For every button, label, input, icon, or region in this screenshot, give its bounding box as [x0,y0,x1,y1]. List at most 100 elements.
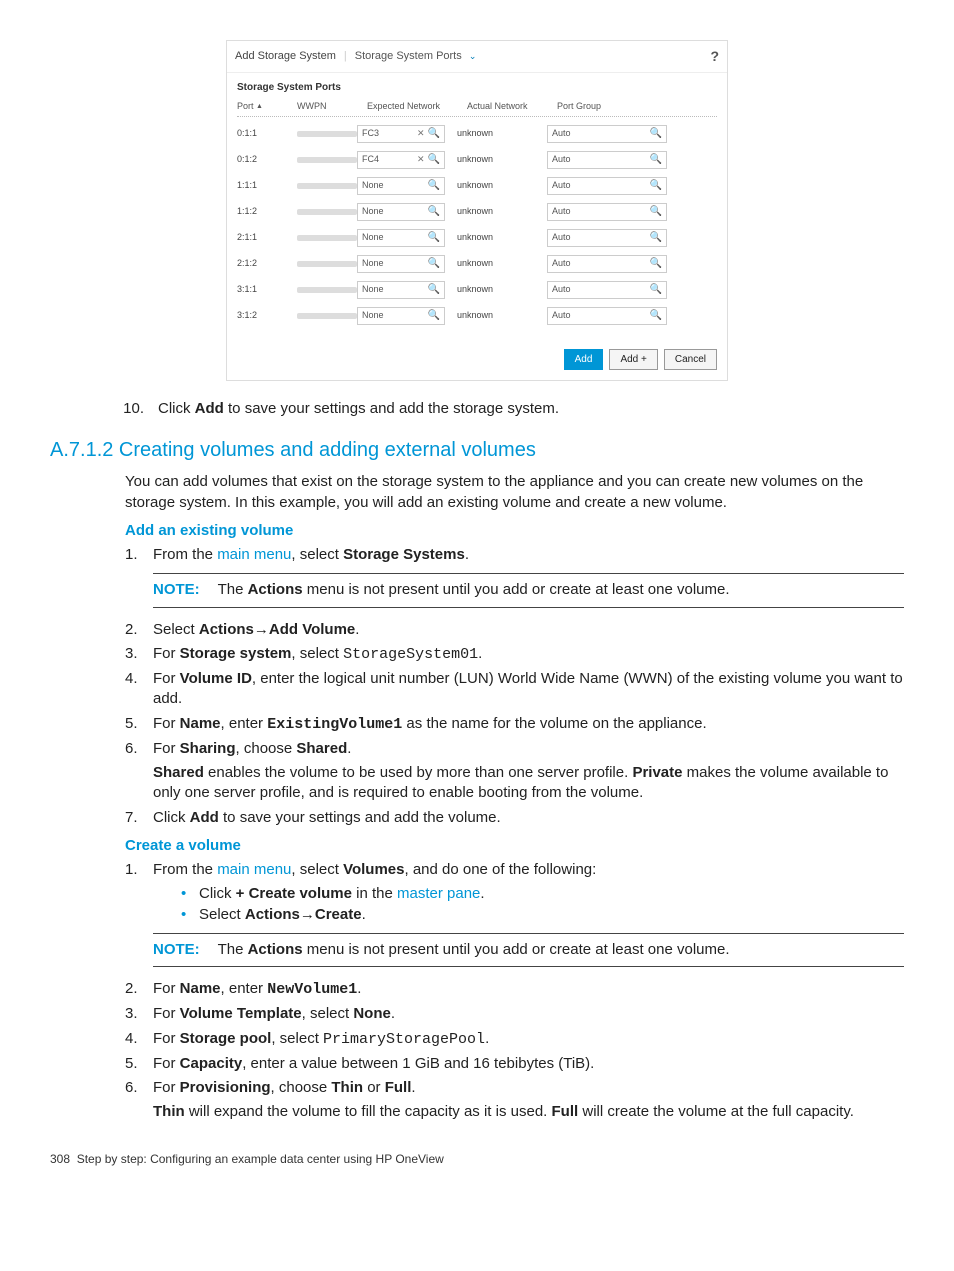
master-pane-link[interactable]: master pane [397,885,480,902]
note-box: NOTE: The Actions menu is not present un… [153,933,904,967]
expected-network-input[interactable]: None🔍 [357,229,445,247]
col-actual[interactable]: Actual Network [467,100,557,112]
col-portgroup[interactable]: Port Group [557,100,717,112]
cell-actual: unknown [457,127,547,139]
view-dropdown[interactable]: Storage System Ports ⌄ [355,49,477,64]
table-row: 2:1:2None🔍unknownAuto🔍 [237,251,717,277]
search-icon[interactable]: 🔍 [428,231,440,245]
search-icon[interactable]: 🔍 [428,179,440,193]
add-button[interactable]: Add [564,349,604,371]
cell-portgroup: Auto🔍 [547,177,717,195]
search-icon[interactable]: 🔍 [650,179,662,193]
search-icon[interactable]: 🔍 [650,257,662,271]
cell-port: 3:1:2 [237,309,297,321]
step-text: Select Actions→Add Volume. [153,620,904,640]
chevron-down-icon: ⌄ [469,51,477,61]
step-text: For Provisioning, choose Thin or Full. T… [153,1078,904,1123]
cell-expected: FC3✕🔍 [357,125,457,143]
search-icon[interactable]: 🔍 [650,153,662,167]
cell-wwpn-placeholder [297,261,357,267]
clear-icon[interactable]: ✕ [417,153,425,165]
cell-expected: None🔍 [357,203,457,221]
table-header: Port ▲ WWPN Expected Network Actual Netw… [237,100,717,116]
expected-network-input[interactable]: None🔍 [357,255,445,273]
cell-actual: unknown [457,179,547,191]
port-group-input[interactable]: Auto🔍 [547,177,667,195]
cell-portgroup: Auto🔍 [547,307,717,325]
expected-network-input[interactable]: None🔍 [357,203,445,221]
help-icon[interactable]: ? [710,47,719,66]
table-row: 2:1:1 None🔍 unknownAuto🔍 [237,225,717,251]
step-text: For Volume Template, select None. [153,1004,904,1024]
step-text: From the main menu, select Storage Syste… [153,545,904,616]
cell-wwpn-placeholder [297,157,357,163]
main-menu-link[interactable]: main menu [217,861,291,878]
step-text: For Storage pool, select PrimaryStorageP… [153,1029,904,1050]
col-wwpn[interactable]: WWPN [297,100,367,112]
search-icon[interactable]: 🔍 [650,283,662,297]
step-10: 10. Click Add to save your settings and … [120,399,904,419]
port-group-input[interactable]: Auto🔍 [547,307,667,325]
search-icon[interactable]: 🔍 [650,231,662,245]
port-group-input[interactable]: Auto🔍 [547,151,667,169]
step-text: For Name, enter NewVolume1. [153,979,904,1000]
cell-wwpn-placeholder [297,287,357,293]
main-menu-link[interactable]: main menu [217,546,291,563]
cell-portgroup: Auto🔍 [547,281,717,299]
dialog-footer: Add Add + Cancel [227,341,727,381]
cell-portgroup: Auto🔍 [547,255,717,273]
cell-expected: None🔍 [357,229,457,247]
cell-port: 1:1:1 [237,179,297,191]
clear-icon[interactable]: ✕ [417,127,425,139]
search-icon[interactable]: 🔍 [428,283,440,297]
search-icon[interactable]: 🔍 [650,309,662,323]
cell-portgroup: Auto🔍 [547,229,717,247]
expected-network-input[interactable]: None🔍 [357,177,445,195]
port-group-input[interactable]: Auto🔍 [547,281,667,299]
search-icon[interactable]: 🔍 [428,127,440,141]
port-group-input[interactable]: Auto🔍 [547,125,667,143]
ports-table: Port ▲ WWPN Expected Network Actual Netw… [237,100,717,328]
subheading-create-volume: Create a volume [125,836,904,856]
cell-actual: unknown [457,309,547,321]
col-port[interactable]: Port ▲ [237,100,297,112]
search-icon[interactable]: 🔍 [650,127,662,141]
cell-actual: unknown [457,283,547,295]
search-icon[interactable]: 🔍 [428,309,440,323]
col-expected[interactable]: Expected Network [367,100,467,112]
expected-network-input[interactable]: FC3✕🔍 [357,125,445,143]
port-group-input[interactable]: Auto🔍 [547,255,667,273]
cell-port: 2:1:1 [237,231,297,243]
port-group-input[interactable]: Auto🔍 [547,203,667,221]
cell-expected: None🔍 [357,307,457,325]
search-icon[interactable]: 🔍 [428,205,440,219]
add-plus-button[interactable]: Add + [609,349,657,371]
search-icon[interactable]: 🔍 [428,153,440,167]
subheading-add-existing: Add an existing volume [125,521,904,541]
step-text: From the main menu, select Volumes, and … [153,860,904,975]
cancel-button[interactable]: Cancel [664,349,717,371]
table-row: 3:1:1None🔍unknownAuto🔍 [237,277,717,303]
search-icon[interactable]: 🔍 [650,205,662,219]
cell-port: 1:1:2 [237,205,297,217]
page-number: 308 [50,1152,70,1166]
bullet-item: Select Actions→Create. [181,905,904,925]
table-row: 3:1:2 None🔍 unknownAuto🔍 [237,303,717,329]
cell-actual: unknown [457,231,547,243]
search-icon[interactable]: 🔍 [428,257,440,271]
step-text: For Capacity, enter a value between 1 Gi… [153,1054,904,1074]
cell-actual: unknown [457,153,547,165]
expected-network-input[interactable]: None🔍 [357,281,445,299]
cell-portgroup: Auto🔍 [547,125,717,143]
cell-actual: unknown [457,205,547,217]
steps-add-existing: 1. From the main menu, select Storage Sy… [125,545,904,828]
page-footer: 308 Step by step: Configuring an example… [50,1151,904,1167]
expected-network-input[interactable]: None🔍 [357,307,445,325]
expected-network-input[interactable]: FC4✕🔍 [357,151,445,169]
step-text: For Volume ID, enter the logical unit nu… [153,669,904,710]
step-text: Click Add to save your settings and add … [158,399,559,419]
port-group-input[interactable]: Auto🔍 [547,229,667,247]
bullet-list: Click + Create volume in the master pane… [153,884,904,925]
sort-asc-icon: ▲ [256,103,263,110]
cell-wwpn-placeholder [297,183,357,189]
